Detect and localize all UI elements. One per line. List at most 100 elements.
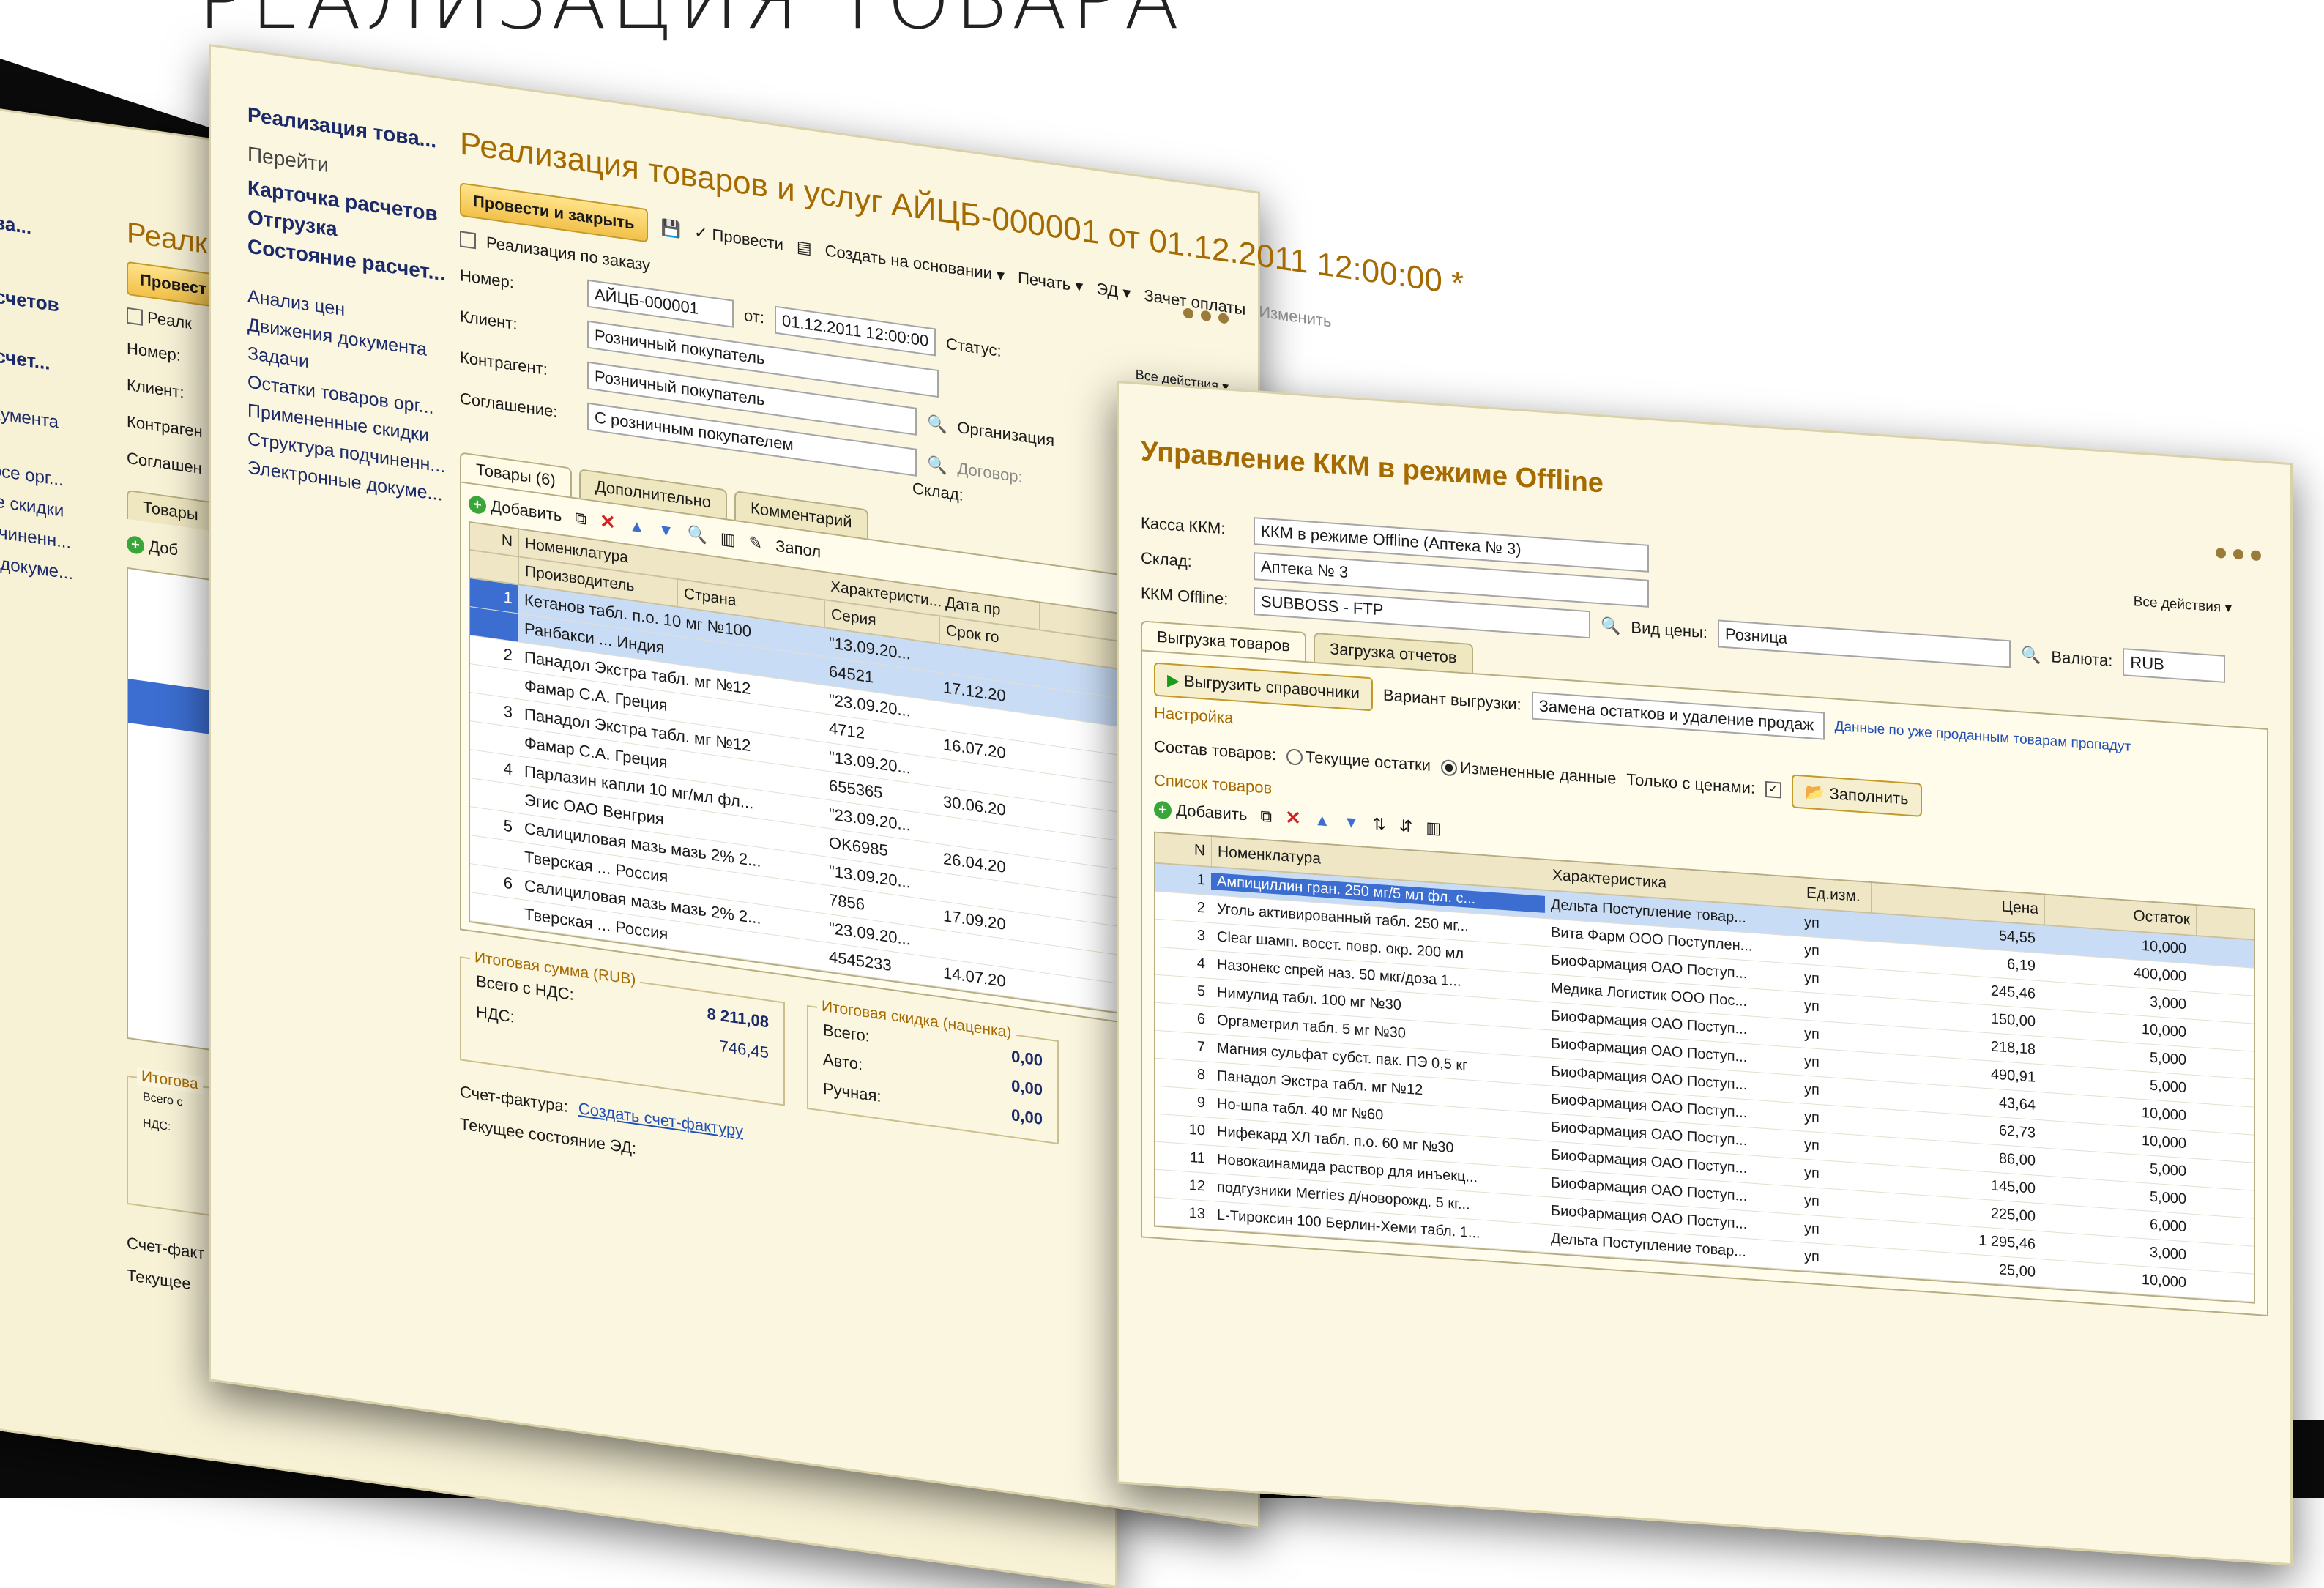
by-order-checkbox[interactable] [460,231,476,250]
row-unit: уп [1804,1136,1820,1155]
row-balance: 5,000 [2149,1077,2186,1097]
kkm-window-title: Управление ККМ в режиме Offline [1141,436,1604,499]
row-balance: 5,000 [2149,1188,2186,1208]
currency-field[interactable]: RUB [2123,648,2226,683]
back-sidebar-item[interactable]: годчиненн... [0,519,90,556]
barcode-icon[interactable]: ▥ [1426,818,1441,838]
back-sidebar: това... расчетов расчет... документа вор… [0,193,90,586]
invoice-label: Счет-фактура: [460,1082,568,1116]
price-kind-label: Вид цены: [1631,618,1707,642]
pick-icon[interactable]: ✎ [749,532,762,553]
back-post-button[interactable]: Провест [127,261,220,308]
kkm-goods-table[interactable]: N Номенклатура Характеристика Ед.изм. Це… [1154,831,2255,1304]
fill-button[interactable]: 📂 Заполнить [1792,774,1922,817]
kkm-table-body: 1 Ампициллин гран. 250 мг/5 мл фл. с... Де… [1155,863,2254,1302]
delete-icon[interactable]: ✕ [600,510,616,534]
back-sidebar-item[interactable]: ворсе орг... [0,458,90,494]
col-n[interactable]: N [1155,832,1212,867]
plus-icon: + [1154,800,1172,819]
row-balance: 10,000 [2141,1021,2186,1041]
row-number: 3 [1196,927,1205,944]
back-sidebar-item[interactable]: расчетов [0,282,90,321]
goods-table[interactable]: N Номенклатура Характеристи... Дата пр П… [469,521,1131,1015]
row-unit: уп [1804,1053,1820,1071]
back-grid-selected-row[interactable] [128,679,216,735]
delete-icon[interactable]: ✕ [1285,806,1301,830]
row-number: 10 [1188,1121,1205,1139]
ed-button[interactable]: ЭД ▾ [1096,279,1131,303]
move-down-icon[interactable]: ▼ [658,520,674,541]
client-label: Клиент: [460,307,518,334]
radio-changed-data[interactable]: Измененные данные [1440,757,1616,789]
search-icon[interactable]: 🔍 [927,414,947,436]
row-number: 2 [1196,899,1205,917]
only-prices-checkbox[interactable]: ✓ [1765,780,1781,799]
back-sidebar-item[interactable]: расчет... [0,341,90,380]
move-up-icon[interactable]: ▲ [1314,810,1330,830]
copy-icon[interactable]: ⧉ [575,508,586,529]
post-button[interactable]: ✓ Провести [694,223,783,254]
row-unit: уп [1804,1025,1820,1043]
fill-button[interactable]: Запол [775,536,821,562]
barcode-icon[interactable]: ▥ [720,529,736,550]
row-number: 4 [1196,955,1205,972]
radio-current-stock[interactable]: Текущие остатки [1286,746,1431,775]
kkm-offline-label: ККМ Offline: [1141,584,1229,608]
number-field[interactable]: АЙЦБ-000001 [587,279,734,328]
print-button[interactable]: Печать ▾ [1018,268,1083,297]
upload-panel: ▶ Выгрузить справочники Вариант выгрузки… [1141,649,2268,1316]
back-sidebar-item[interactable]: това... [0,208,90,247]
discount-label: Ручная: [823,1078,882,1106]
row-number [470,892,518,927]
row-balance: 3,000 [2149,994,2186,1013]
checkbox-icon[interactable] [127,307,143,327]
report-icon[interactable]: ▤ [797,237,812,258]
back-sidebar-item[interactable]: ые докуме... [0,550,90,586]
post-icon: ✓ [693,223,708,243]
row-number: 11 [1190,1149,1205,1167]
add-row-button[interactable]: + Добавить [469,493,562,525]
discount-box: Итоговая скидка (наценка) Всего: 0,00 Авто… [807,996,1059,1145]
variant-label: Вариант выгрузки: [1382,685,1522,714]
col-unit[interactable]: Ед.изм. [1800,878,1872,913]
radio-icon[interactable] [1286,748,1303,766]
date-field[interactable]: 01.12.2011 12:00:00 [774,305,936,357]
upload-catalogs-label: Выгрузить справочники [1184,671,1360,703]
window-menu-dots[interactable] [2216,547,2261,562]
save-icon[interactable]: 💾 [661,218,681,240]
row-number: 8 [1196,1066,1205,1084]
radio-selected-icon[interactable] [1440,759,1457,777]
back-sidebar-item[interactable]: документа [0,400,90,437]
search-icon[interactable]: 🔍 [927,455,947,477]
create-based-button[interactable]: Создать на основании ▾ [825,241,1005,285]
move-down-icon[interactable]: ▼ [1344,812,1360,832]
back-checkbox-label: Реалк [147,307,192,333]
back-grid[interactable] [127,567,217,1052]
sort-asc-icon[interactable]: ⇅ [1372,814,1385,834]
edit-button[interactable]: Изменить [1259,302,1331,332]
search-icon[interactable]: 🔍 [1601,616,1620,636]
hero-title: РЕАЛИЗАЦИЯ ТОВАРА [198,0,1184,47]
sort-desc-icon[interactable]: ⇵ [1399,816,1412,835]
row-number: 13 [1188,1204,1205,1223]
search-icon[interactable]: 🔍 [2021,645,2041,666]
variant-note: Данные по уже проданным товарам пропадут [1834,718,2131,755]
back-tab-goods[interactable]: Товары [127,489,215,532]
contract-label: Договор: [957,458,1023,487]
row-balance: 10,000 [2141,1132,2186,1152]
back-sidebar-item[interactable]: ные скидки [0,488,90,525]
search-icon[interactable]: 🔍 [687,523,707,545]
kkm-warehouse-label: Склад: [1141,548,1192,571]
status-label: Статус: [945,334,1002,361]
row-number: 5 [1196,983,1205,1000]
vat-label: НДС: [476,1002,515,1026]
vat-value: 746,45 [719,1037,769,1062]
copy-icon[interactable]: ⧉ [1260,806,1272,826]
warehouse-label: Склад: [912,479,964,504]
row-unit: уп [1804,1220,1820,1238]
row-number: 6 [1196,1010,1205,1028]
add-row-button[interactable]: + Добавить [1154,799,1247,824]
move-up-icon[interactable]: ▲ [629,515,645,537]
upload-catalogs-button[interactable]: ▶ Выгрузить справочники [1154,662,1373,712]
currency-label: Валюта: [2051,647,2113,671]
